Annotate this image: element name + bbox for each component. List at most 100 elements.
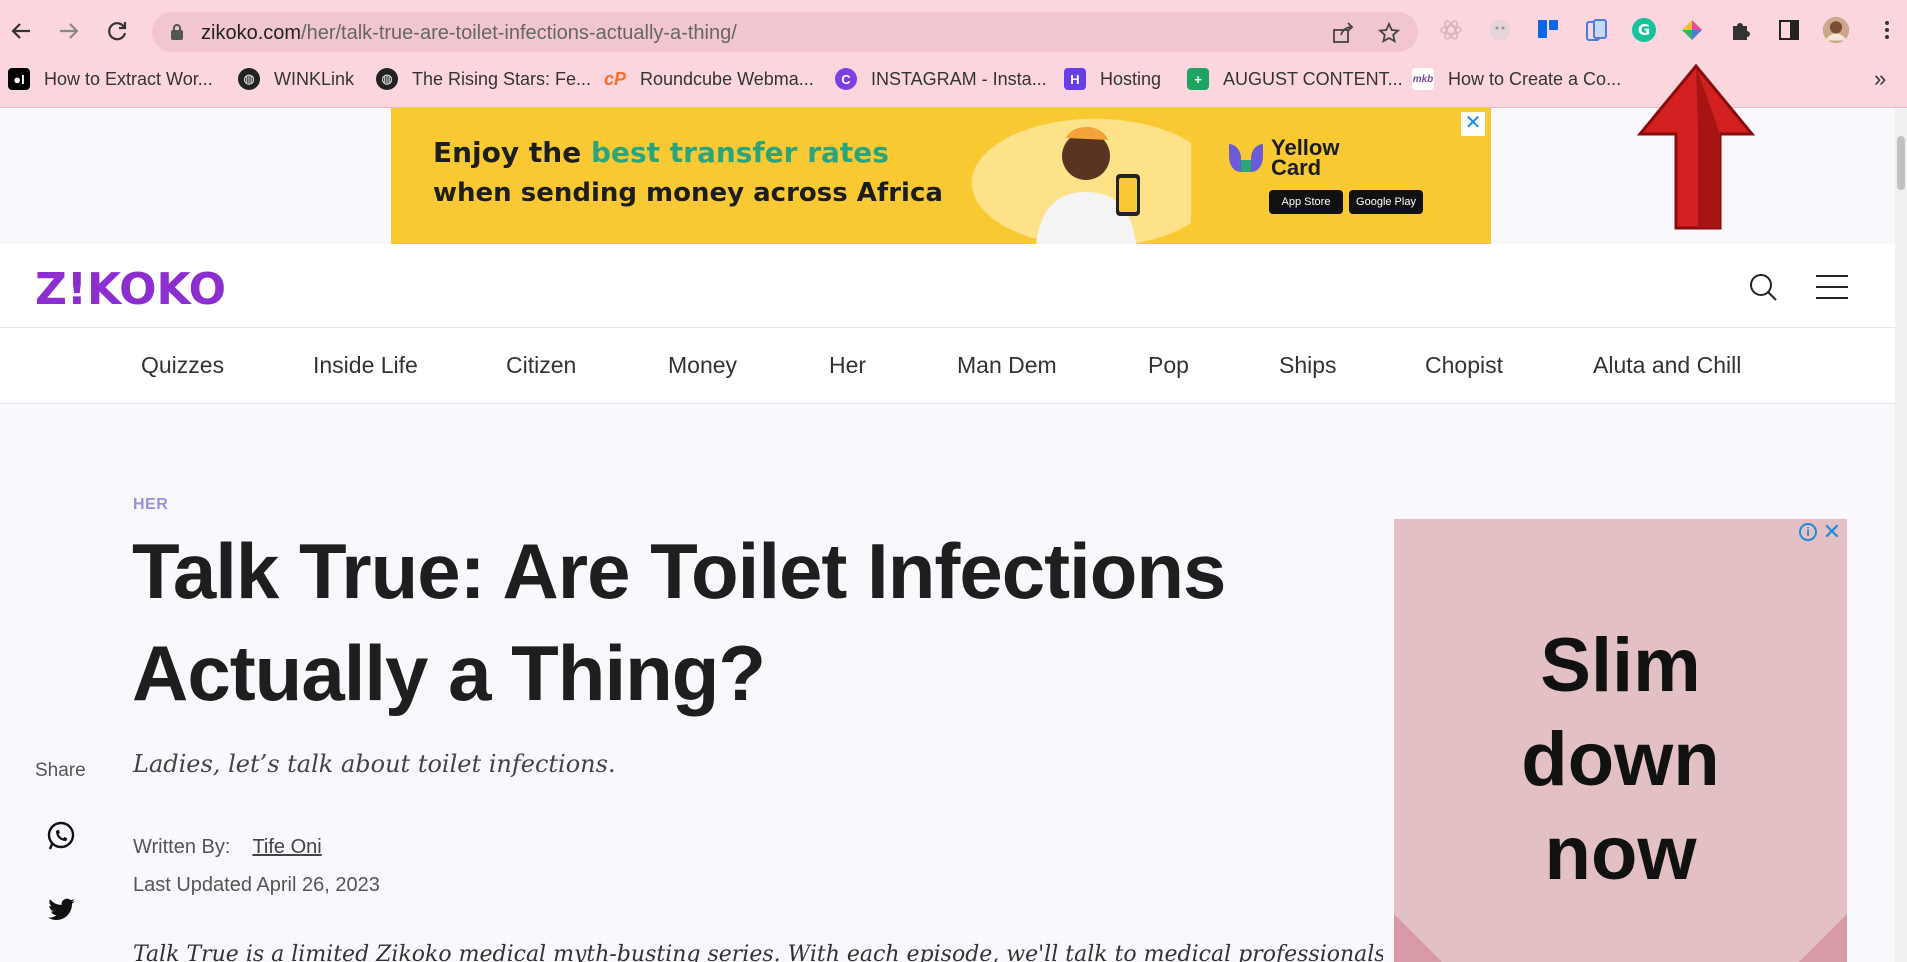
profile-avatar[interactable] xyxy=(1822,16,1850,44)
category-nav: Quizzes Inside Life Citizen Money Her Ma… xyxy=(0,328,1895,404)
whatsapp-icon[interactable] xyxy=(45,820,77,852)
browser-chrome: zikoko.com/her/talk-true-are-toilet-infe… xyxy=(0,0,1907,108)
hamburger-menu-icon[interactable] xyxy=(1816,274,1848,300)
bookmark-item[interactable]: ◍ The Rising Stars: Fe... xyxy=(376,66,591,92)
cpanel-icon: cP xyxy=(603,68,627,89)
scrollbar-thumb[interactable] xyxy=(1897,136,1905,190)
side-panel-icon[interactable] xyxy=(1775,16,1803,44)
nav-item-pop[interactable]: Pop xyxy=(1148,352,1189,379)
nav-item-money[interactable]: Money xyxy=(668,352,737,379)
react-devtools-icon[interactable] xyxy=(1437,16,1465,44)
bookmark-item[interactable]: mkb How to Create a Co... xyxy=(1412,66,1621,92)
ad-text-line: down xyxy=(1521,717,1720,802)
ad-headline-1: Enjoy the best transfer rates xyxy=(433,136,889,169)
ghost-extension-icon[interactable] xyxy=(1486,16,1514,44)
ad-close-icon[interactable]: ✕ xyxy=(1823,519,1841,545)
sheets-icon: + xyxy=(1187,68,1209,90)
ad-text: Slim down now xyxy=(1394,619,1847,901)
last-updated: Last Updated April 26, 2023 xyxy=(133,874,380,896)
mkb-icon: mkb xyxy=(1412,68,1434,90)
bookmark-item[interactable]: ◍ WINKLink xyxy=(238,66,354,92)
article-body-first-line: Talk True is a limited Zikoko medical my… xyxy=(133,942,1383,962)
ad-corner-decoration xyxy=(1394,914,1442,962)
forward-arrow-icon xyxy=(60,23,79,39)
color-picker-icon[interactable] xyxy=(1678,16,1706,44)
share-page-icon[interactable] xyxy=(1332,22,1354,44)
canva-icon: C xyxy=(835,68,857,90)
ad-corner-decoration xyxy=(1799,914,1847,962)
bookmark-label: INSTAGRAM - Insta... xyxy=(871,68,1047,89)
site-header: Z!KOKO xyxy=(0,244,1895,328)
share-label: Share xyxy=(35,760,86,781)
url-path: /her/talk-true-are-toilet-infections-act… xyxy=(301,22,737,44)
bookmark-label: Hosting xyxy=(1100,68,1162,89)
search-icon[interactable] xyxy=(1748,272,1778,302)
web-page: Enjoy the best transfer rates when sendi… xyxy=(0,108,1895,962)
bookmarks-bar: ●I How to Extract Wor... ◍ WINKLink ◍ Th… xyxy=(0,62,1907,96)
bookmark-label: The Rising Stars: Fe... xyxy=(412,68,592,89)
ad-text-line: now xyxy=(1544,811,1697,896)
globe-icon: ◍ xyxy=(238,68,260,90)
back-arrow-icon xyxy=(11,23,30,39)
reload-icon xyxy=(108,22,127,41)
nav-item-quizzes[interactable]: Quizzes xyxy=(141,352,224,379)
lock-icon xyxy=(171,24,183,40)
app-store-badge[interactable]: App Store xyxy=(1269,190,1343,214)
address-bar[interactable]: zikoko.com/her/talk-true-are-toilet-infe… xyxy=(152,12,1418,52)
globe-icon: ◍ xyxy=(376,68,398,90)
nav-item-chopist[interactable]: Chopist xyxy=(1425,352,1503,379)
ad-text-line: Slim xyxy=(1540,623,1701,708)
ad-info-icon[interactable]: i xyxy=(1799,523,1817,541)
grammarly-icon[interactable]: G xyxy=(1630,16,1658,44)
bookmark-label: Roundcube Webma... xyxy=(640,68,814,89)
nav-item-ships[interactable]: Ships xyxy=(1279,352,1337,379)
red-pointer-arrow-icon xyxy=(1636,63,1756,230)
forward-button[interactable] xyxy=(52,14,86,48)
written-by-label: Written By: xyxy=(133,836,231,858)
bookmark-item[interactable]: + AUGUST CONTENT... xyxy=(1187,66,1403,92)
nav-item-citizen[interactable]: Citizen xyxy=(506,352,576,379)
bookmark-label: WINKLink xyxy=(274,68,355,89)
back-button[interactable] xyxy=(4,14,38,48)
top-banner-ad[interactable]: Enjoy the best transfer rates when sendi… xyxy=(391,108,1491,244)
yellowcard-logo-icon xyxy=(1229,144,1263,172)
author-link[interactable]: Tife Oni xyxy=(252,836,321,858)
nav-item-man-dem[interactable]: Man Dem xyxy=(957,352,1057,379)
article-category[interactable]: HER xyxy=(133,496,168,514)
bookmark-star-icon[interactable] xyxy=(1378,22,1400,44)
page-scrollbar[interactable] xyxy=(1895,108,1907,962)
bookmark-item[interactable]: H Hosting xyxy=(1064,66,1161,92)
nav-item-inside-life[interactable]: Inside Life xyxy=(313,352,418,379)
bookmark-item[interactable]: ●I How to Extract Wor... xyxy=(8,66,213,92)
sidebar-ad[interactable]: i ✕ Slim down now xyxy=(1394,519,1847,962)
google-play-badge[interactable]: Google Play xyxy=(1349,190,1423,214)
article-subtitle: Ladies, let’s talk about toilet infectio… xyxy=(133,750,616,778)
mobile-view-icon[interactable] xyxy=(1582,16,1610,44)
medium-icon: ●I xyxy=(8,68,30,90)
svg-text:G: G xyxy=(1638,21,1650,39)
site-logo[interactable]: Z!KOKO xyxy=(35,264,226,315)
ad-brand-name: Yellow Card xyxy=(1271,135,1340,180)
byline: Written By: Tife Oni xyxy=(133,836,322,859)
ad-close-icon[interactable]: ✕ xyxy=(1461,112,1485,136)
bookmark-label: How to Create a Co... xyxy=(1448,68,1622,89)
ad-text: Enjoy the xyxy=(433,136,591,169)
bookmark-label: AUGUST CONTENT... xyxy=(1223,68,1403,89)
chrome-menu-icon[interactable] xyxy=(1873,16,1901,44)
url-host: zikoko.com xyxy=(201,22,302,44)
trello-icon[interactable] xyxy=(1534,16,1562,44)
hostinger-icon: H xyxy=(1064,68,1086,90)
url-text[interactable]: zikoko.com/her/talk-true-are-toilet-infe… xyxy=(201,22,737,45)
ad-headline-2: when sending money across Africa xyxy=(433,178,943,208)
nav-item-her[interactable]: Her xyxy=(829,352,866,379)
bookmark-item[interactable]: C INSTAGRAM - Insta... xyxy=(835,66,1047,92)
article-title: Talk True: Are Toilet Infections Actuall… xyxy=(132,520,1232,724)
more-bookmarks-button[interactable]: » xyxy=(1874,66,1886,92)
twitter-icon[interactable] xyxy=(45,894,77,926)
ad-person-image xyxy=(1036,127,1140,244)
ad-highlight-text: best transfer rates xyxy=(590,136,889,169)
bookmark-item[interactable]: cP Roundcube Webma... xyxy=(604,66,814,92)
nav-item-aluta-and-chill[interactable]: Aluta and Chill xyxy=(1593,352,1741,379)
reload-button[interactable] xyxy=(100,14,134,48)
puzzle-icon[interactable] xyxy=(1727,16,1755,44)
